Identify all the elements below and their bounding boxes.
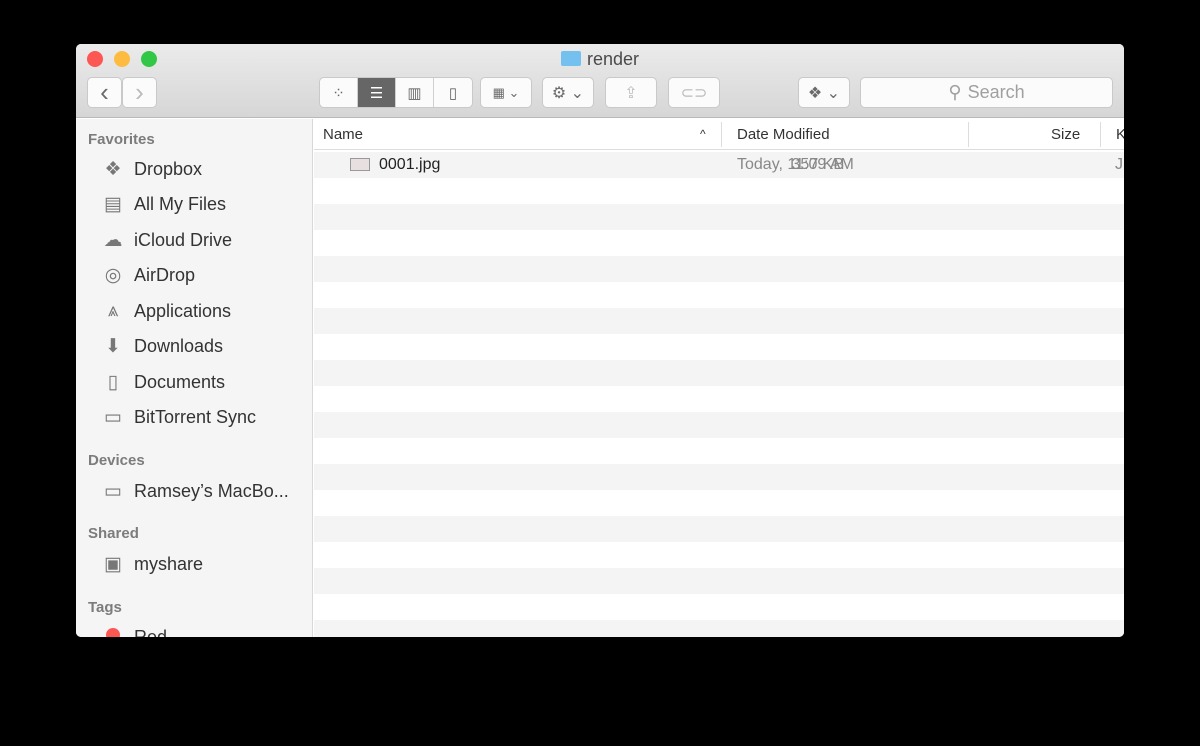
sidebar-item-label: myshare <box>134 553 204 574</box>
cloud-icon: ☁ <box>103 229 123 251</box>
tags-button[interactable]: ⊂⊃ <box>668 77 720 108</box>
empty-row <box>314 204 1124 230</box>
file-size: 357 KB <box>791 156 844 173</box>
sidebar-item[interactable]: ▤ All My Files <box>100 192 226 218</box>
sidebar-item[interactable]: ⬇ Downloads <box>100 334 223 360</box>
file-name: 0001.jpg <box>379 156 441 173</box>
sidebar-item[interactable]: ▭ BitTorrent Sync <box>100 405 256 431</box>
sidebar-item-label: Ramsey’s MacBo... <box>134 480 289 501</box>
sidebar-item-label: Dropbox <box>134 158 203 179</box>
forward-button[interactable]: › <box>122 77 157 108</box>
sidebar-item[interactable]: ◎ AirDrop <box>100 263 195 289</box>
empty-row <box>314 438 1124 464</box>
documents-icon: ▯ <box>107 371 119 393</box>
empty-row <box>314 360 1124 386</box>
file-kind: J <box>1115 156 1123 173</box>
file-list: Name ^ Date Modified Size K 0001.jpg Toda… <box>314 119 1124 637</box>
empty-row <box>314 620 1124 637</box>
sidebar-item[interactable]: ▣ myshare <box>100 551 203 577</box>
sidebar-item-label: BitTorrent Sync <box>134 407 257 427</box>
gear-icon: ⚙ ⌄ <box>551 84 585 102</box>
tag-icon: ⊂⊃ <box>680 84 708 102</box>
sidebar-section-tags: Tags <box>88 599 122 616</box>
sidebar-section-shared: Shared <box>88 525 139 542</box>
sidebar-item-label: Documents <box>134 371 226 392</box>
all-files-icon: ▤ <box>104 194 122 215</box>
sidebar-item[interactable]: ❖ Dropbox <box>100 156 202 182</box>
empty-row <box>314 594 1124 620</box>
airdrop-icon: ◎ <box>104 265 122 286</box>
arrange-icon: ▦ ⌄ <box>492 84 520 100</box>
title-text: render <box>586 49 640 69</box>
column-date-modified[interactable]: Date Modified <box>737 126 830 143</box>
back-button[interactable]: ‹ <box>87 77 122 108</box>
finder-window: render ‹ › ⁘ ☰ ▥ ▯ ▦ ⌄ ⚙ ⌄ ⇪ ⊂⊃ ❖ ⌄ ⚲ Sea… <box>76 44 1124 637</box>
cover-flow-button[interactable]: ▯ <box>434 78 472 107</box>
image-file-icon <box>350 158 370 171</box>
dropbox-icon: ❖ ⌄ <box>807 84 841 102</box>
empty-row <box>314 308 1124 334</box>
empty-row <box>314 230 1124 256</box>
applications-icon: ⩓ <box>107 300 119 321</box>
empty-row <box>314 464 1124 490</box>
dropbox-button[interactable]: ❖ ⌄ <box>798 77 850 108</box>
empty-row <box>314 334 1124 360</box>
empty-row <box>314 412 1124 438</box>
column-size[interactable]: Size <box>1051 126 1080 143</box>
empty-row <box>314 282 1124 308</box>
share-icon: ⇪ <box>624 84 638 102</box>
monitor-icon: ▣ <box>104 553 122 575</box>
sidebar-item[interactable]: ⩓ Applications <box>100 298 231 324</box>
sidebar-section-devices: Devices <box>88 452 145 469</box>
sidebar-item-label: Applications <box>134 300 232 321</box>
empty-row <box>314 542 1124 568</box>
dropbox-icon: ❖ <box>104 158 122 180</box>
column-view-button[interactable]: ▥ <box>396 78 434 107</box>
arrange-button[interactable]: ▦ ⌄ <box>480 77 532 108</box>
sidebar-item[interactable]: ▭ Ramsey’s MacBo... <box>100 478 289 504</box>
empty-row <box>314 516 1124 542</box>
folder-icon: ▭ <box>104 407 122 428</box>
sidebar-item-label: Downloads <box>134 336 224 356</box>
window-title: render <box>76 49 1124 70</box>
file-row[interactable]: 0001.jpg Today, 11:09 AM 357 KB J <box>314 152 1124 178</box>
sidebar-item[interactable]: ☁ iCloud Drive <box>100 227 233 253</box>
empty-row <box>314 490 1124 516</box>
sidebar-tag[interactable]: Red <box>100 624 167 637</box>
sidebar-section-favorites: Favorites <box>88 131 155 148</box>
toolbar: render ‹ › ⁘ ☰ ▥ ▯ ▦ ⌄ ⚙ ⌄ ⇪ ⊂⊃ ❖ ⌄ ⚲ Sea… <box>76 44 1124 118</box>
empty-row <box>314 386 1124 412</box>
column-header: Name ^ Date Modified Size K <box>314 119 1124 150</box>
column-name[interactable]: Name <box>323 126 363 143</box>
downloads-icon: ⬇ <box>105 336 121 357</box>
laptop-icon: ▭ <box>104 480 122 502</box>
search-icon: ⚲ <box>948 82 962 102</box>
sidebar-item[interactable]: ▯ Documents <box>100 369 225 395</box>
sidebar-item-label: AirDrop <box>134 265 196 285</box>
view-switcher: ⁘ ☰ ▥ ▯ <box>319 77 473 108</box>
empty-row <box>314 256 1124 282</box>
search-placeholder: Search <box>967 82 1025 102</box>
sidebar-item-label: Red <box>134 626 168 638</box>
empty-row <box>314 178 1124 204</box>
sort-ascending-icon: ^ <box>700 127 706 141</box>
sidebar-item-label: iCloud Drive <box>134 229 233 250</box>
share-button[interactable]: ⇪ <box>605 77 657 108</box>
folder-icon <box>560 51 581 66</box>
sidebar: Favorites ❖ Dropbox ▤ All My Files ☁ iCloud Dr… <box>76 119 313 637</box>
search-field[interactable]: ⚲ Search <box>860 77 1113 108</box>
column-kind[interactable]: K <box>1116 126 1124 143</box>
list-view-button[interactable]: ☰ <box>358 78 396 107</box>
icon-view-button[interactable]: ⁘ <box>320 78 358 107</box>
action-button[interactable]: ⚙ ⌄ <box>542 77 594 108</box>
tag-color-icon <box>100 626 126 637</box>
sidebar-item-label: All My Files <box>134 194 227 214</box>
empty-row <box>314 568 1124 594</box>
